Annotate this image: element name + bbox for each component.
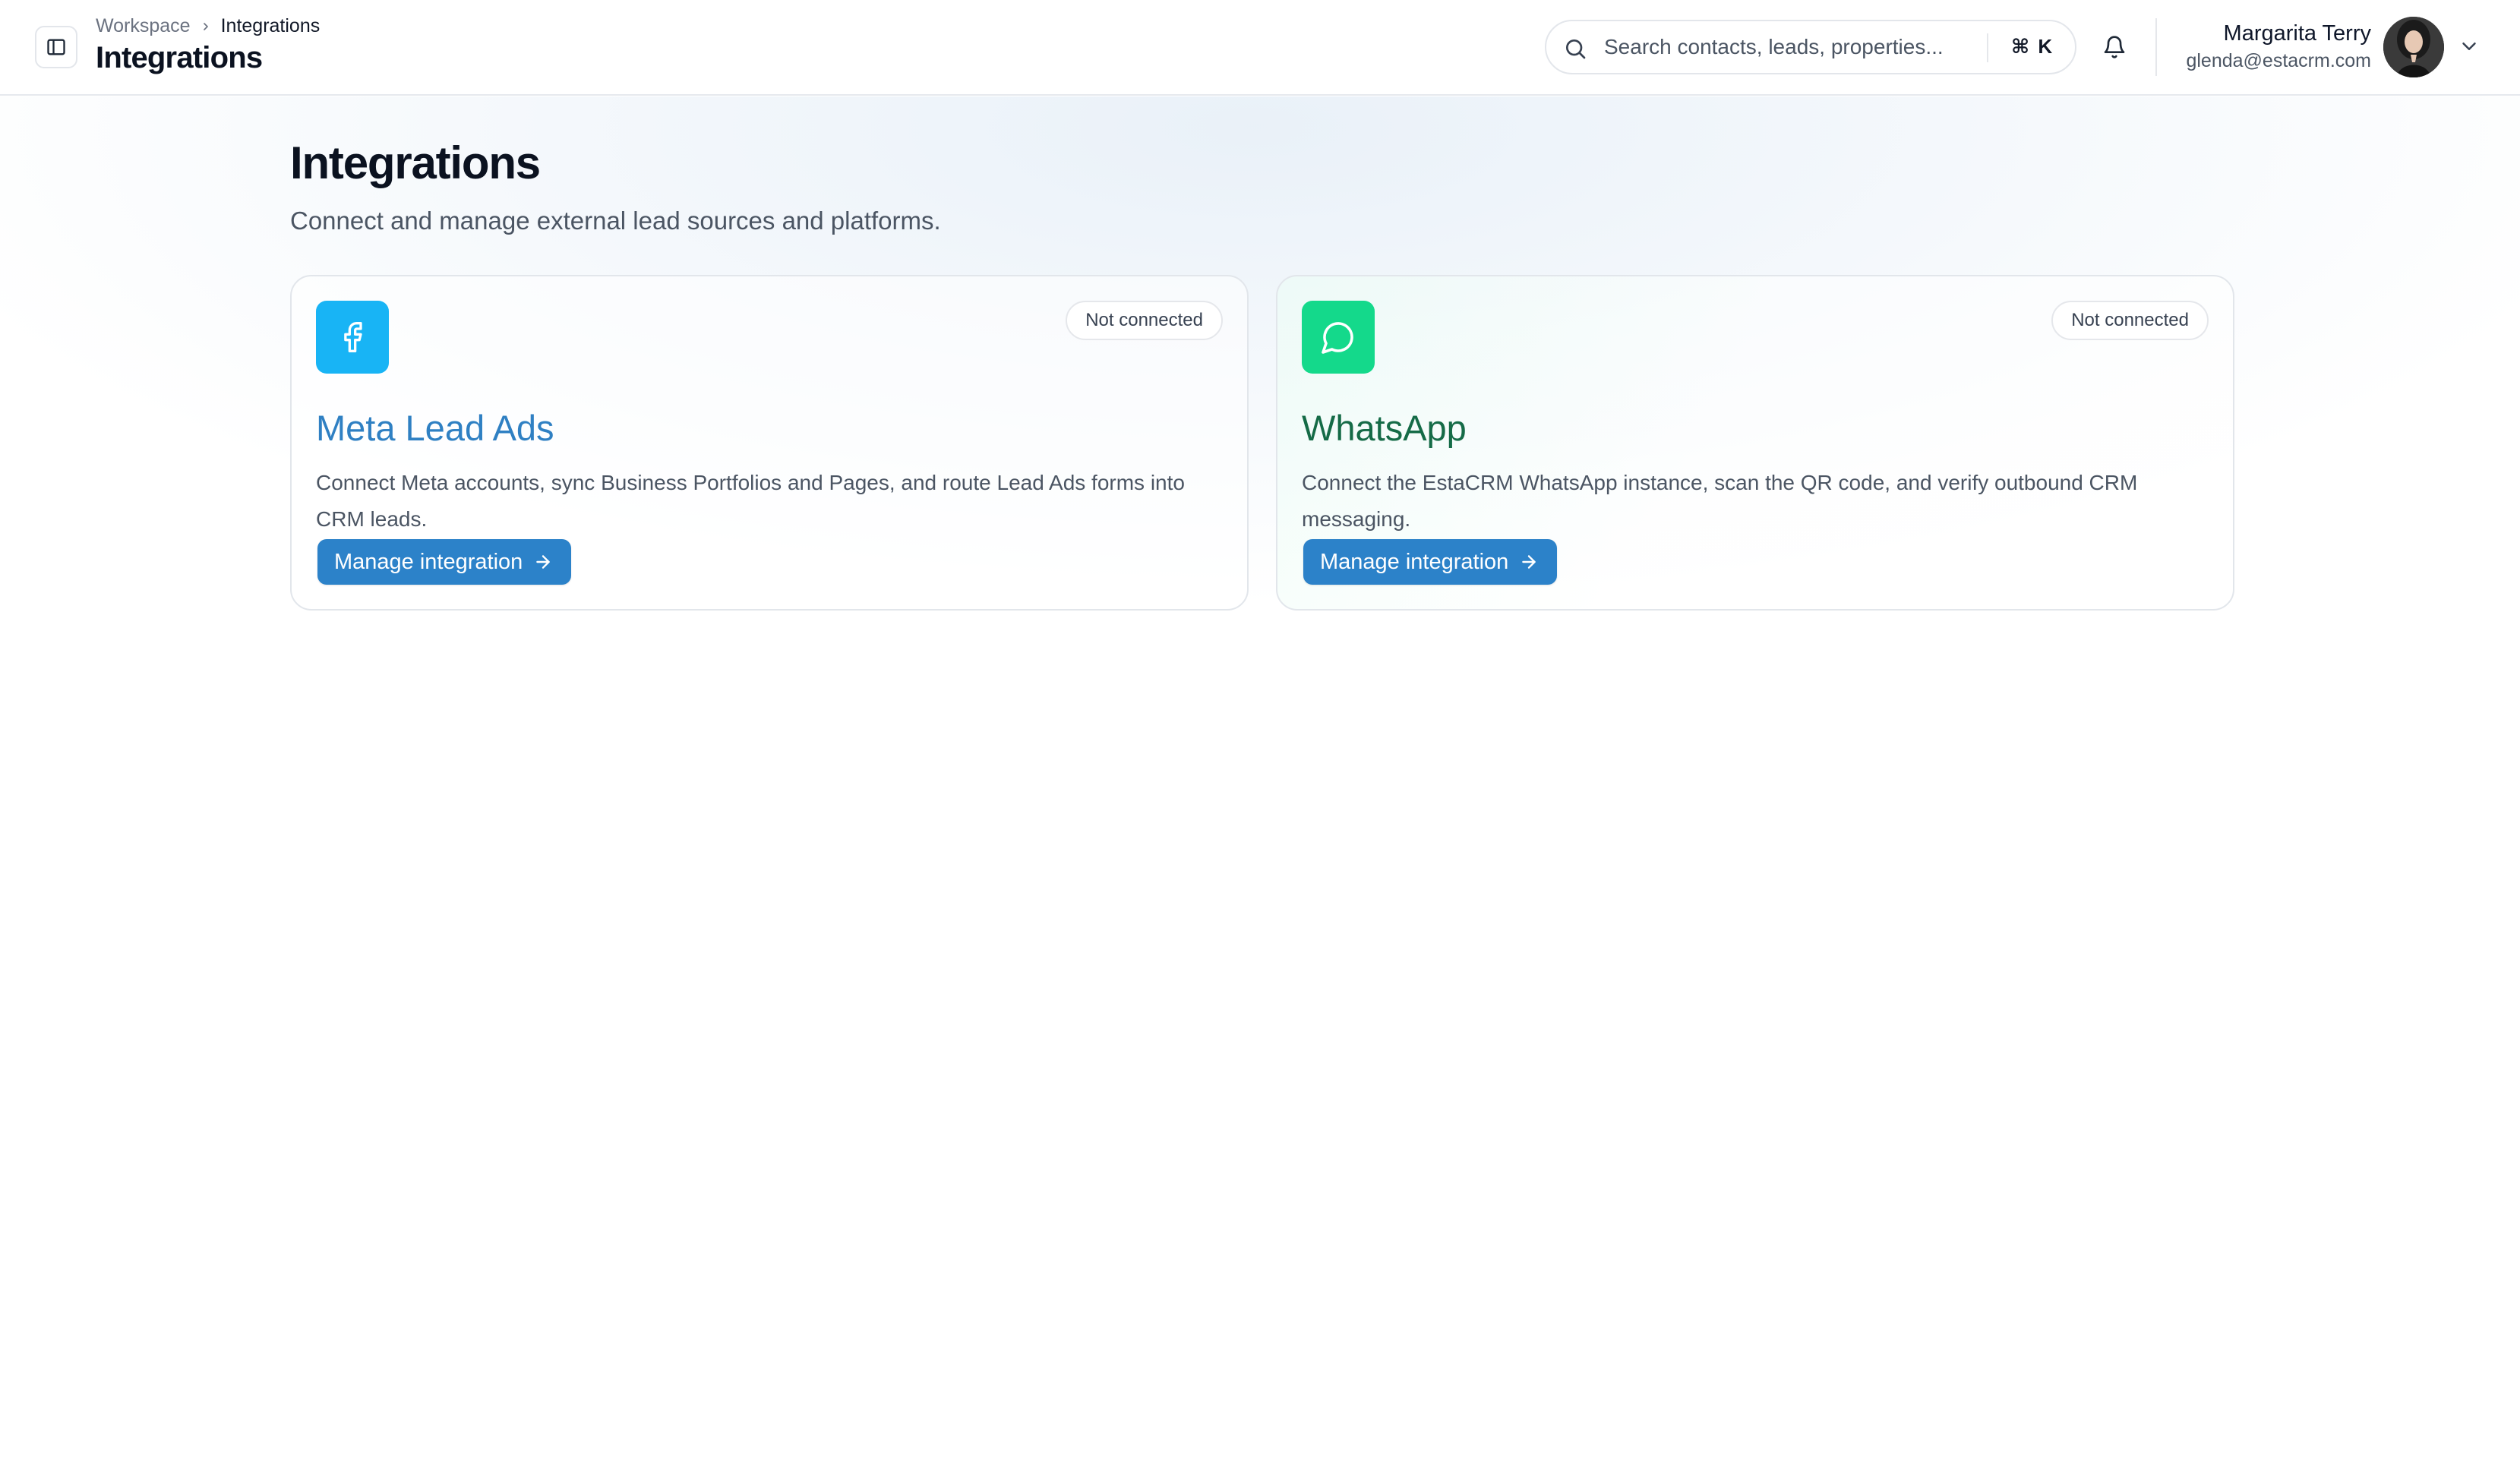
- whatsapp-icon: [1322, 322, 1353, 354]
- breadcrumb-item-workspace[interactable]: Workspace: [96, 15, 191, 37]
- integration-card-whatsapp: Not connected WhatsApp Connect the EstaC…: [1276, 275, 2234, 611]
- page-title: Integrations: [290, 137, 541, 188]
- arrow-right-icon: [1522, 555, 1536, 569]
- search-input[interactable]: [1604, 32, 1999, 62]
- sidebar-icon: [47, 39, 65, 55]
- chevron-right-icon: [203, 22, 208, 30]
- meta-logo: [316, 301, 389, 374]
- bell-icon: [2104, 36, 2125, 58]
- breadcrumb-item-current: Integrations: [220, 15, 321, 36]
- card-title: Meta Lead Ads: [316, 408, 554, 448]
- manage-integration-button-meta[interactable]: Manage integration: [317, 539, 572, 585]
- user-name[interactable]: Margarita Terry: [2224, 21, 2371, 46]
- page-subtitle: Connect and manage external lead sources…: [290, 207, 941, 235]
- search-icon: [1566, 39, 1586, 59]
- integration-card-meta: Not connected Meta Lead Ads Connect Meta…: [290, 275, 1249, 611]
- breadcrumb: Workspace Integrations: [96, 15, 320, 37]
- search-divider: [1987, 33, 1988, 62]
- avatar-image: [2383, 17, 2444, 77]
- search-shortcut-hint: ⌘ K: [2011, 35, 2054, 58]
- sidebar-toggle-button[interactable]: [35, 26, 77, 68]
- card-description: Connect Meta accounts, sync Business Por…: [316, 471, 1185, 531]
- card-title: WhatsApp: [1302, 408, 1467, 448]
- manage-integration-label: Manage integration: [1320, 549, 1509, 574]
- header-title: Integrations: [96, 41, 263, 74]
- avatar[interactable]: [2383, 17, 2444, 77]
- status-badge: Not connected: [2051, 301, 2209, 340]
- notifications-button[interactable]: [2099, 32, 2130, 62]
- header-divider: [2155, 18, 2157, 76]
- facebook-icon: [344, 322, 362, 352]
- top-header: Workspace Integrations Integrations ⌘ K …: [0, 0, 2520, 96]
- manage-integration-button-whatsapp[interactable]: Manage integration: [1303, 539, 1558, 585]
- user-menu-toggle[interactable]: [2458, 35, 2481, 60]
- chevron-down-icon: [2462, 43, 2476, 50]
- user-email: glenda@estacrm.com: [2186, 50, 2371, 71]
- card-description: Connect the EstaCRM WhatsApp instance, s…: [1302, 471, 2138, 531]
- manage-integration-label: Manage integration: [334, 549, 523, 574]
- whatsapp-logo: [1302, 301, 1375, 374]
- global-search[interactable]: ⌘ K: [1545, 20, 2076, 74]
- arrow-right-icon: [536, 555, 551, 569]
- status-badge: Not connected: [1066, 301, 1223, 340]
